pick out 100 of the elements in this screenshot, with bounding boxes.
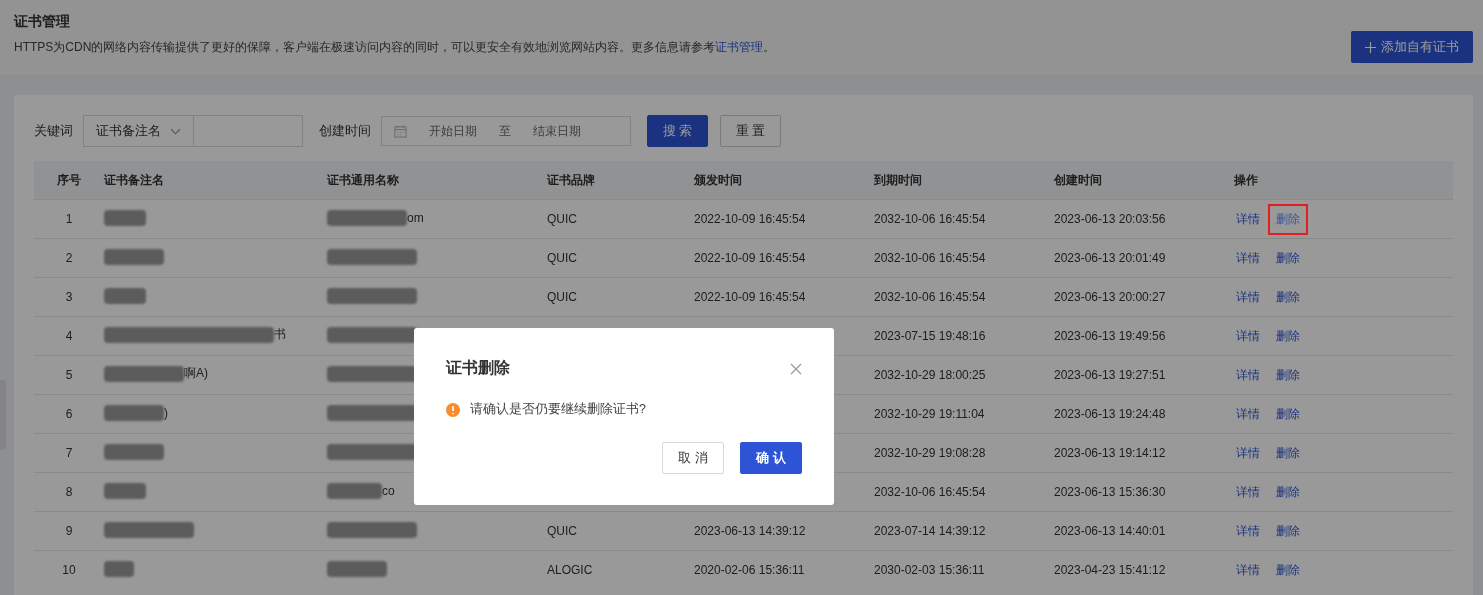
table-cell: 2023-07-14 14:39:12 bbox=[874, 524, 986, 538]
table-cell: QUIC bbox=[547, 212, 577, 226]
detail-link[interactable]: 详情 bbox=[1228, 515, 1268, 547]
table-cell: 2023-06-13 19:49:56 bbox=[1054, 329, 1166, 343]
search-button[interactable]: 搜 索 bbox=[647, 115, 708, 147]
table-cell: ALOGIC bbox=[547, 563, 593, 577]
detail-link[interactable]: 详情 bbox=[1228, 554, 1268, 586]
delete-link[interactable]: 删除 bbox=[1268, 554, 1308, 586]
delete-link[interactable]: 删除 bbox=[1268, 281, 1308, 313]
delete-link[interactable]: 删除 bbox=[1268, 476, 1308, 508]
table-cell: 书 bbox=[274, 326, 286, 344]
dialog-message: 请确认是否仍要继续删除证书? bbox=[470, 401, 646, 418]
delete-link[interactable]: 删除 bbox=[1268, 242, 1308, 274]
column-header: 证书通用名称 bbox=[327, 161, 547, 200]
detail-link[interactable]: 详情 bbox=[1228, 437, 1268, 469]
detail-link[interactable]: 详情 bbox=[1228, 359, 1268, 391]
detail-link[interactable]: 详情 bbox=[1228, 320, 1268, 352]
keyword-field[interactable]: 证书备注名 bbox=[83, 115, 303, 147]
detail-link[interactable]: 详情 bbox=[1228, 281, 1268, 313]
redaction-block bbox=[104, 404, 164, 421]
cancel-button[interactable]: 取 消 bbox=[662, 442, 724, 474]
redaction-block bbox=[104, 287, 146, 304]
table-cell: 2032-10-06 16:45:54 bbox=[874, 485, 986, 499]
redaction-block bbox=[327, 560, 387, 577]
table-cell: 2020-02-06 15:36:11 bbox=[694, 563, 805, 577]
page-title: 证书管理 bbox=[14, 13, 71, 31]
redaction-block bbox=[104, 443, 164, 460]
table-cell: QUIC bbox=[547, 251, 577, 265]
table-cell: 2032-10-06 16:45:54 bbox=[874, 251, 986, 265]
table-cell: 2032-10-06 16:45:54 bbox=[874, 212, 986, 226]
table-cell: 3 bbox=[34, 277, 104, 317]
table-cell: ) bbox=[164, 405, 168, 420]
table-cell: 2022-10-09 16:45:54 bbox=[694, 212, 806, 226]
table-cell: 2023-04-23 15:41:12 bbox=[1054, 563, 1166, 577]
table-cell: 2023-07-15 19:48:16 bbox=[874, 329, 986, 343]
table-cell: 2022-10-09 16:45:54 bbox=[694, 290, 806, 304]
chevron-down-icon bbox=[170, 127, 181, 135]
page-description: HTTPS为CDN的网络内容传输提供了更好的保障，客户端在极速访问内容的同时，可以更安全有效地浏览网站内容。更多信息请参考证书管理。 bbox=[14, 39, 776, 56]
confirm-button[interactable]: 确 认 bbox=[740, 442, 802, 474]
calendar-icon bbox=[394, 124, 407, 138]
detail-link[interactable]: 详情 bbox=[1228, 203, 1268, 235]
table-cell: 6 bbox=[34, 394, 104, 434]
table-cell: 2023-06-13 15:36:30 bbox=[1054, 485, 1166, 499]
date-label: 创建时间 bbox=[319, 122, 371, 140]
delete-link[interactable]: 删除 bbox=[1268, 398, 1308, 430]
delete-link[interactable]: 删除 bbox=[1268, 359, 1308, 391]
table-cell: 2023-06-13 14:39:12 bbox=[694, 524, 806, 538]
table-cell: co bbox=[382, 483, 395, 498]
reset-button[interactable]: 重 置 bbox=[720, 115, 781, 147]
column-header: 序号 bbox=[34, 161, 104, 200]
redaction-block bbox=[104, 482, 146, 499]
table-cell: 10 bbox=[34, 550, 104, 589]
delete-link[interactable]: 删除 bbox=[1268, 203, 1308, 235]
column-header: 颁发时间 bbox=[694, 161, 874, 200]
delete-link[interactable]: 删除 bbox=[1268, 320, 1308, 352]
table-cell: 4 bbox=[34, 316, 104, 356]
table-cell: 1 bbox=[34, 199, 104, 239]
table-cell: 2023-06-13 19:27:51 bbox=[1054, 368, 1166, 382]
table-cell: 8 bbox=[34, 472, 104, 512]
keyword-label: 关键词 bbox=[34, 122, 73, 140]
table-cell: QUIC bbox=[547, 524, 577, 538]
detail-link[interactable]: 详情 bbox=[1228, 398, 1268, 430]
column-header: 创建时间 bbox=[1054, 161, 1234, 200]
detail-link[interactable]: 详情 bbox=[1228, 242, 1268, 274]
redaction-block bbox=[104, 209, 146, 226]
column-header: 证书品牌 bbox=[547, 161, 694, 200]
close-icon[interactable] bbox=[790, 362, 802, 375]
table-cell: om bbox=[407, 210, 424, 225]
table-cell: 9 bbox=[34, 511, 104, 551]
table-cell: 2032-10-06 16:45:54 bbox=[874, 290, 986, 304]
table-cell: 2023-06-13 20:01:49 bbox=[1054, 251, 1166, 265]
table-cell: 2023-06-13 19:24:48 bbox=[1054, 407, 1166, 421]
table-cell: 啊A) bbox=[184, 365, 208, 383]
table-cell: 2023-06-13 14:40:01 bbox=[1054, 524, 1166, 538]
date-range-field[interactable]: 开始日期 至 结束日期 bbox=[381, 116, 631, 146]
column-header: 证书备注名 bbox=[104, 161, 327, 200]
table-cell: 7 bbox=[34, 433, 104, 473]
detail-link[interactable]: 详情 bbox=[1228, 476, 1268, 508]
table-cell: QUIC bbox=[547, 290, 577, 304]
table-cell: 2023-06-13 19:14:12 bbox=[1054, 446, 1166, 460]
column-header: 操作 bbox=[1234, 161, 1453, 200]
add-certificate-button[interactable]: 添加自有证书 bbox=[1351, 31, 1473, 63]
plus-icon bbox=[1365, 41, 1376, 53]
delete-link[interactable]: 删除 bbox=[1268, 437, 1308, 469]
redaction-block bbox=[104, 560, 134, 577]
table-cell: 2023-06-13 20:03:56 bbox=[1054, 212, 1166, 226]
table-cell: 5 bbox=[34, 355, 104, 395]
doc-link[interactable]: 证书管理 bbox=[715, 40, 764, 54]
table-cell: 2032-10-29 18:00:25 bbox=[874, 368, 986, 382]
table-cell: 2023-06-13 20:00:27 bbox=[1054, 290, 1166, 304]
table-cell: 2 bbox=[34, 238, 104, 278]
redaction-block bbox=[104, 248, 164, 265]
table-cell: 2030-02-03 15:36:11 bbox=[874, 563, 985, 577]
redaction-block bbox=[327, 482, 382, 499]
table-cell: 2032-10-29 19:08:28 bbox=[874, 446, 986, 460]
column-header: 到期时间 bbox=[874, 161, 1054, 200]
table-cell: 2032-10-29 19:11:04 bbox=[874, 407, 985, 421]
delete-link[interactable]: 删除 bbox=[1268, 515, 1308, 547]
warning-icon bbox=[446, 402, 460, 417]
dialog-title: 证书删除 bbox=[446, 358, 510, 378]
